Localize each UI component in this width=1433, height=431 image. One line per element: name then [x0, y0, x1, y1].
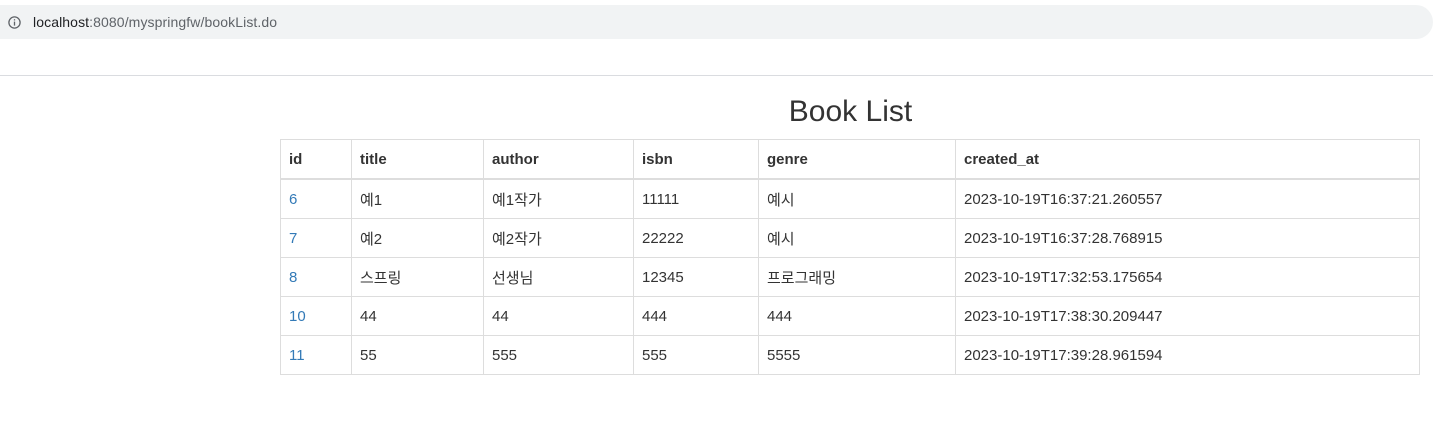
cell-created-at: 2023-10-19T16:37:21.260557: [955, 178, 1420, 219]
column-header-author: author: [483, 139, 634, 180]
cell-author: 44: [483, 296, 634, 336]
cell-isbn: 444: [633, 296, 759, 336]
book-id-link[interactable]: 8: [289, 269, 297, 286]
column-header-genre: genre: [758, 139, 956, 180]
cell-id: 8: [280, 257, 352, 297]
cell-title: 예1: [351, 178, 484, 219]
cell-isbn: 11111: [633, 178, 759, 219]
toolbar-divider: [0, 75, 1433, 76]
cell-author: 예1작가: [483, 178, 634, 219]
table-row: 10 44 44 444 444 2023-10-19T17:38:30.209…: [280, 296, 1420, 336]
cell-author: 555: [483, 335, 634, 375]
cell-author: 선생님: [483, 257, 634, 297]
page-title: Book List: [788, 95, 913, 128]
cell-genre: 예시: [758, 178, 956, 219]
table-row: 11 55 555 555 5555 2023-10-19T17:39:28.9…: [280, 335, 1420, 375]
cell-genre: 444: [758, 296, 956, 336]
column-header-isbn: isbn: [633, 139, 759, 180]
cell-title: 예2: [351, 218, 484, 258]
cell-id: 10: [280, 296, 352, 336]
cell-genre: 5555: [758, 335, 956, 375]
table-row: 8 스프링 선생님 12345 프로그래밍 2023-10-19T17:32:5…: [280, 257, 1420, 297]
cell-author: 예2작가: [483, 218, 634, 258]
address-bar[interactable]: localhost:8080/myspringfw/bookList.do: [0, 5, 1433, 39]
url-path: :8080/myspringfw/bookList.do: [89, 14, 278, 30]
cell-created-at: 2023-10-19T17:32:53.175654: [955, 257, 1420, 297]
cell-id: 7: [280, 218, 352, 258]
cell-genre: 프로그래밍: [758, 257, 956, 297]
column-header-id: id: [280, 139, 352, 180]
book-id-link[interactable]: 6: [289, 191, 297, 208]
url-host: localhost: [33, 14, 90, 30]
column-header-title: title: [351, 139, 484, 180]
cell-isbn: 22222: [633, 218, 759, 258]
cell-isbn: 12345: [633, 257, 759, 297]
cell-created-at: 2023-10-19T16:37:28.768915: [955, 218, 1420, 258]
book-table: id title author isbn genre created_at 6 …: [280, 139, 1420, 375]
table-row: 6 예1 예1작가 11111 예시 2023-10-19T16:37:21.2…: [280, 178, 1420, 219]
cell-id: 11: [280, 335, 352, 375]
book-id-link[interactable]: 7: [289, 230, 297, 247]
book-id-link[interactable]: 11: [289, 347, 305, 364]
table-header-row: id title author isbn genre created_at: [280, 139, 1420, 180]
column-header-created-at: created_at: [955, 139, 1420, 180]
cell-created-at: 2023-10-19T17:39:28.961594: [955, 335, 1420, 375]
table-row: 7 예2 예2작가 22222 예시 2023-10-19T16:37:28.7…: [280, 218, 1420, 258]
cell-title: 44: [351, 296, 484, 336]
url-text[interactable]: localhost:8080/myspringfw/bookList.do: [33, 14, 277, 30]
cell-id: 6: [280, 178, 352, 219]
cell-genre: 예시: [758, 218, 956, 258]
cell-created-at: 2023-10-19T17:38:30.209447: [955, 296, 1420, 336]
info-icon[interactable]: [8, 15, 21, 29]
book-id-link[interactable]: 10: [289, 308, 306, 325]
cell-title: 55: [351, 335, 484, 375]
cell-title: 스프링: [351, 257, 484, 297]
cell-isbn: 555: [633, 335, 759, 375]
